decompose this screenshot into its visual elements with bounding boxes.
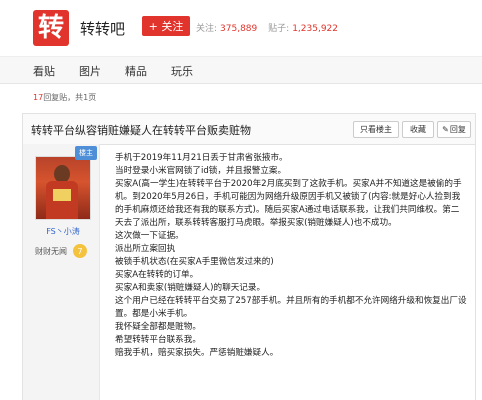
- followers-label: 关注:: [196, 24, 218, 34]
- post-line: 买家A和卖家(销赃嫌疑人)的聊天记录。: [115, 283, 266, 293]
- post-line: 这次做一下证据。: [115, 231, 184, 241]
- logo-char: 转: [37, 13, 64, 43]
- nav-tab-fun[interactable]: 玩乐: [171, 63, 193, 79]
- nav-tab-posts[interactable]: 看贴: [33, 63, 55, 79]
- first-post: 楼主 FS丶小涛 财财无闻 7 手机于2019年11月21日丢于甘肃省张掖市。 …: [22, 144, 476, 400]
- only-author-button[interactable]: 只看楼主: [353, 121, 399, 138]
- forum-header: 转 转转吧 + 关注 关注: 375,889 贴子: 1,235,922: [0, 0, 482, 56]
- collect-label: 收藏: [410, 125, 426, 134]
- post-line: 希望转转平台联系我。: [115, 335, 201, 345]
- nav-tab-images[interactable]: 图片: [79, 63, 101, 79]
- author-title: 财财无闻: [35, 246, 67, 256]
- post-line: 这个用户已经在转转平台交易了257部手机。并且所有的手机都不允许网络升级和恢复出…: [115, 296, 467, 319]
- reply-button[interactable]: ✎ 回复: [437, 121, 471, 138]
- reply-icon: ✎: [442, 125, 449, 134]
- nav-tab-featured[interactable]: 精品: [125, 63, 147, 79]
- author-column: 楼主 FS丶小涛 财财无闻 7: [23, 144, 100, 400]
- louzhu-badge: 楼主: [75, 146, 97, 160]
- post-content: 手机于2019年11月21日丢于甘肃省张掖市。 当时登录小米官网锁了id锁，并且…: [115, 152, 467, 360]
- post-line: 派出所立案回执: [115, 244, 176, 254]
- avatar[interactable]: [35, 156, 91, 220]
- collect-button[interactable]: 收藏: [402, 121, 434, 138]
- author-name[interactable]: FS丶小涛: [31, 226, 95, 237]
- post-line: 买家A在转转的订单。: [115, 270, 199, 280]
- followers-count: 375,889: [220, 24, 258, 34]
- forum-stats: 关注: 375,889 贴子: 1,235,922: [196, 21, 346, 34]
- post-line: 买家A(高一学生)在转转平台于2020年2月底买到了这款手机。买家A并不知道这是…: [115, 179, 462, 228]
- post-line: 我怀疑全部都是赃物。: [115, 322, 201, 332]
- post-line: 赔我手机，赔买家损失。严惩销赃嫌疑人。: [115, 348, 279, 358]
- forum-name[interactable]: 转转吧: [80, 18, 125, 39]
- reply-label: 回复: [449, 125, 466, 134]
- author-badge-row: 财财无闻 7: [35, 244, 87, 258]
- reply-count-text: 回复贴，共1页: [43, 93, 97, 102]
- follow-button[interactable]: + 关注: [142, 16, 190, 36]
- level-badge-icon[interactable]: 7: [73, 244, 87, 258]
- thread-title-bar: 转转平台纵容销赃嫌疑人在转转平台贩卖赃物 只看楼主 收藏 ✎ 回复: [22, 113, 476, 145]
- post-line: 当时登录小米官网锁了id锁，并且报警立案。: [115, 166, 287, 176]
- forum-nav: 看贴 图片 精品 玩乐: [0, 56, 482, 84]
- posts-count: 1,235,922: [292, 24, 338, 34]
- posts-label: 贴子:: [268, 24, 290, 34]
- avatar-jersey: [53, 189, 71, 201]
- reply-count: 17回复贴，共1页: [33, 92, 96, 103]
- post-line: 被锁手机状态(在买家A手里微信发过来的): [115, 257, 274, 267]
- thread-title: 转转平台纵容销赃嫌疑人在转转平台贩卖赃物: [31, 124, 251, 137]
- forum-logo[interactable]: 转: [33, 10, 69, 46]
- reply-count-number: 17: [33, 93, 44, 102]
- post-line: 手机于2019年11月21日丢于甘肃省张掖市。: [115, 153, 288, 163]
